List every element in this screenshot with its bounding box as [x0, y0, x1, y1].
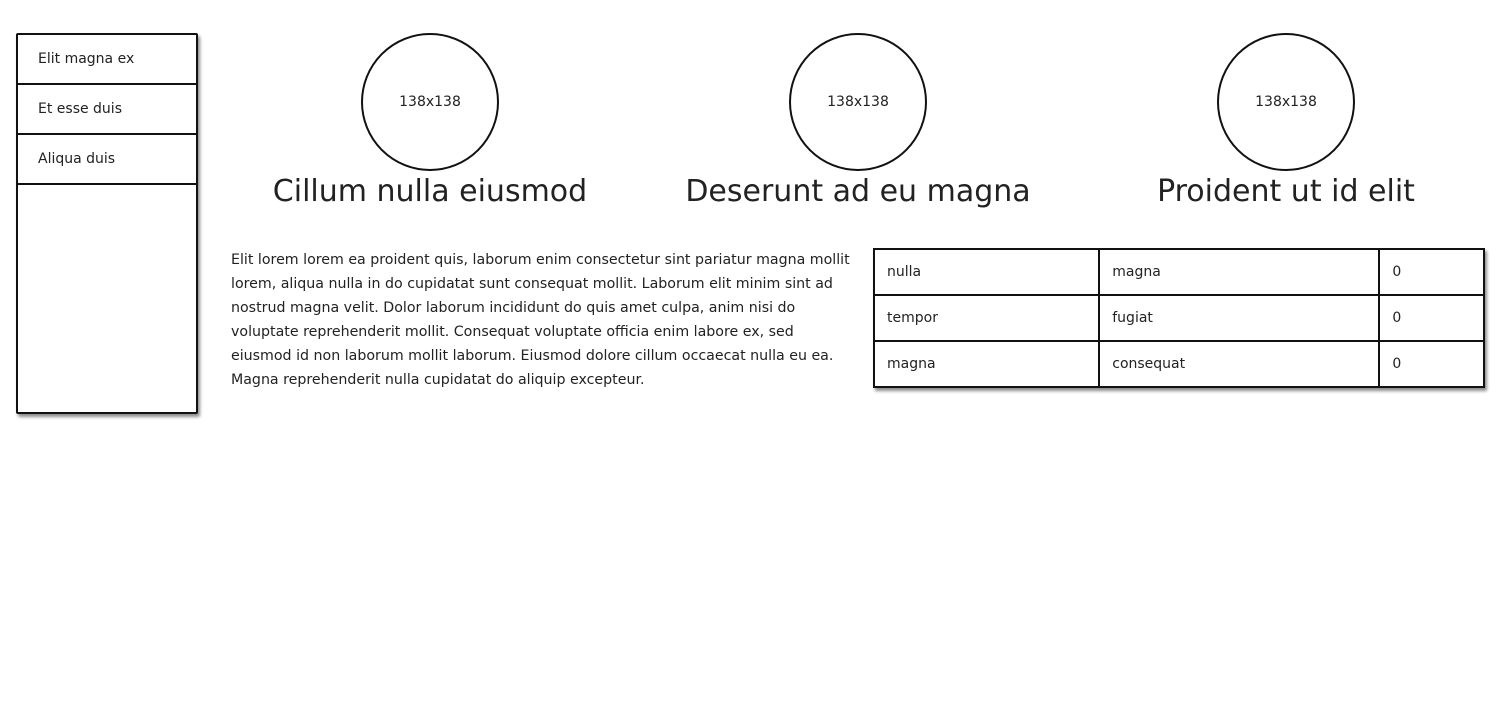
sidebar-item-label: Aliqua duis	[38, 151, 116, 167]
sidebar-item-aliqua-duis[interactable]: Aliqua duis	[18, 135, 196, 185]
table-cell: 0	[1378, 294, 1485, 342]
sidebar-item-label: Et esse duis	[38, 101, 122, 117]
table-cell: 0	[1378, 248, 1485, 296]
table-cell: 0	[1378, 340, 1485, 388]
feature-card: 138x138 Proident ut id elit	[1086, 33, 1486, 211]
sidebar: Elit magna ex Et esse duis Aliqua duis	[16, 33, 198, 414]
image-placeholder-label: 138x138	[827, 94, 889, 110]
feature-card: 138x138 Cillum nulla eiusmod	[230, 33, 630, 211]
table-cell: magna	[872, 340, 1101, 388]
card-title: Proident ut id elit	[1157, 174, 1415, 209]
table-cell: consequat	[1098, 340, 1381, 388]
card-title: Deserunt ad eu magna	[685, 174, 1031, 209]
image-placeholder-label: 138x138	[1255, 94, 1317, 110]
feature-card: 138x138 Deserunt ad eu magna	[658, 33, 1058, 211]
image-placeholder: 138x138	[789, 33, 927, 171]
table-cell: tempor	[872, 294, 1101, 342]
table-cell: fugiat	[1098, 294, 1381, 342]
image-placeholder: 138x138	[1217, 33, 1355, 171]
body-paragraph: Elit lorem lorem ea proident quis, labor…	[231, 252, 850, 388]
card-title: Cillum nulla eiusmod	[272, 174, 588, 209]
image-placeholder-label: 138x138	[399, 94, 461, 110]
table-cell: nulla	[872, 248, 1101, 296]
table-row: tempor fugiat 0	[872, 294, 1485, 342]
table-cell: magna	[1098, 248, 1381, 296]
sidebar-item-label: Elit magna ex	[38, 51, 135, 67]
sidebar-item-et-esse-duis[interactable]: Et esse duis	[18, 85, 196, 135]
table-row: nulla magna 0	[872, 248, 1485, 296]
image-placeholder: 138x138	[361, 33, 499, 171]
data-table: nulla magna 0 tempor fugiat 0 magna cons…	[872, 248, 1485, 388]
sidebar-item-elit-magna-ex[interactable]: Elit magna ex	[18, 35, 196, 85]
table-row: magna consequat 0	[872, 340, 1485, 388]
